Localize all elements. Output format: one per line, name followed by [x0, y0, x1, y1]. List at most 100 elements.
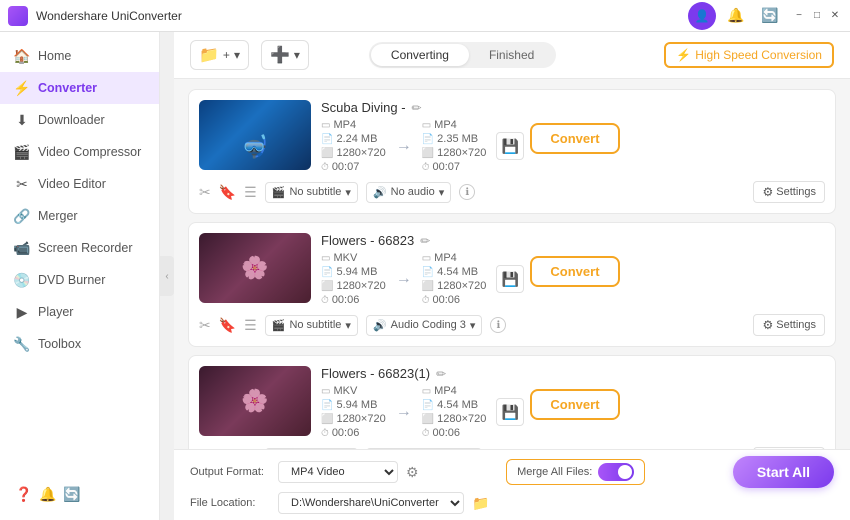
audio-select-1[interactable]: 🔊 No audio ▾	[366, 182, 451, 203]
scissors-icon-2[interactable]: ✂	[199, 317, 211, 334]
output-format-select[interactable]: MP4 Video	[278, 461, 398, 483]
add-item-button[interactable]: ➕ ▾	[261, 40, 309, 70]
subtitle-select-1[interactable]: 🎬 No subtitle ▾	[265, 182, 358, 203]
high-speed-button[interactable]: ⚡ High Speed Conversion	[664, 42, 834, 68]
bookmark-icon-2[interactable]: 🔖	[219, 317, 236, 334]
output-format-type-1: ▭ MP4	[422, 119, 487, 131]
output-format-block-3: ▭ MP4 📄 4.54 MB ⬜ 1280×720	[422, 385, 487, 439]
convert-button-2[interactable]: Convert	[530, 256, 619, 287]
close-button[interactable]: ✕	[828, 9, 842, 23]
output-format-block-2: ▭ MP4 📄 4.54 MB ⬜ 1280×720	[422, 252, 487, 306]
edit-icon-1[interactable]: ✏	[412, 101, 422, 115]
sidebar-collapse-tab[interactable]: ‹	[160, 256, 174, 296]
thumbnail-3: 🌸	[199, 366, 311, 436]
output-format-block-1: ▭ MP4 📄 2.35 MB ⬜ 1280×720	[422, 119, 487, 173]
home-icon: 🏠	[14, 48, 30, 64]
disk-button-1[interactable]: 💾	[496, 132, 524, 160]
bookmark-icon-1[interactable]: 🔖	[219, 184, 236, 201]
lightning-icon: ⚡	[676, 48, 691, 62]
maximize-button[interactable]: □	[810, 9, 824, 23]
title-icons: 👤 🔔 🔄	[688, 2, 784, 30]
card-top-1: 🤿 Scuba Diving - ✏ ▭ MP4	[199, 100, 825, 173]
disk-button-3[interactable]: 💾	[496, 398, 524, 426]
convert-button-1[interactable]: Convert	[530, 123, 619, 154]
sidebar-item-screen-recorder[interactable]: 📹 Screen Recorder	[0, 232, 159, 264]
top-toolbar: 📁 + ▾ ➕ ▾ Converting Finished ⚡ High Spe…	[174, 32, 850, 79]
card-title-row-3: Flowers - 66823(1) ✏	[321, 366, 825, 381]
output-format-gear-icon[interactable]: ⚙	[406, 464, 419, 481]
card-top-3: 🌸 Flowers - 66823(1) ✏ ▭ MKV	[199, 366, 825, 439]
video-editor-icon: ✂	[14, 176, 30, 192]
scissors-icon-1[interactable]: ✂	[199, 184, 211, 201]
refresh-icon[interactable]: 🔄	[756, 2, 784, 30]
file-location-select[interactable]: D:\Wondershare\UniConverter	[278, 492, 464, 514]
sidebar-item-converter[interactable]: ⚡ Converter	[0, 72, 159, 104]
input-format-block-2: ▭ MKV 📄 5.94 MB ⬜ 1280×720	[321, 252, 386, 306]
arrow-icon-3: →	[396, 403, 412, 421]
sidebar-item-dvd-burner[interactable]: 💿 DVD Burner	[0, 264, 159, 296]
arrow-icon-2: →	[396, 270, 412, 288]
avatar-icon[interactable]: 👤	[688, 2, 716, 30]
toggle-knob	[618, 465, 632, 479]
folder-icon[interactable]: 📁	[472, 495, 489, 512]
sidebar-item-video-compressor[interactable]: 🎬 Video Compressor	[0, 136, 159, 168]
card-bottom-2: ✂ 🔖 ☰ 🎬 No subtitle ▾ 🔊 Audio Coding 3 ▾…	[199, 314, 825, 336]
edit-icon-2[interactable]: ✏	[420, 234, 430, 248]
arrow-icon-1: →	[396, 137, 412, 155]
add-file-button[interactable]: 📁 + ▾	[190, 40, 249, 70]
sync-icon[interactable]: 🔄	[62, 484, 82, 504]
minimize-button[interactable]: −	[792, 9, 806, 23]
subtitle-value-2: No subtitle	[289, 319, 341, 331]
card-title-row-2: Flowers - 66823 ✏	[321, 233, 825, 248]
settings-button-1[interactable]: ⚙ Settings	[753, 181, 825, 203]
file-card-3: 🌸 Flowers - 66823(1) ✏ ▭ MKV	[188, 355, 836, 449]
downloader-icon: ⬇	[14, 112, 30, 128]
file-title-2: Flowers - 66823	[321, 233, 414, 248]
input-format-block-3: ▭ MKV 📄 5.94 MB ⬜ 1280×720	[321, 385, 386, 439]
start-all-button[interactable]: Start All	[733, 456, 834, 488]
info-icon-2[interactable]: ℹ	[490, 317, 506, 333]
settings-button-2[interactable]: ⚙ Settings	[753, 314, 825, 336]
list-icon-1[interactable]: ☰	[244, 184, 257, 201]
sidebar-label-player: Player	[38, 305, 73, 319]
screen-recorder-icon: 📹	[14, 240, 30, 256]
thumbnail-1: 🤿	[199, 100, 311, 170]
list-icon-2[interactable]: ☰	[244, 317, 257, 334]
merge-toggle[interactable]	[598, 463, 634, 481]
tab-finished[interactable]: Finished	[469, 44, 554, 66]
tab-converting[interactable]: Converting	[371, 44, 469, 66]
add-icon: ➕	[270, 45, 290, 65]
sidebar-item-video-editor[interactable]: ✂ Video Editor	[0, 168, 159, 200]
dvd-burner-icon: 💿	[14, 272, 30, 288]
app-logo	[8, 6, 28, 26]
converter-icon: ⚡	[14, 80, 30, 96]
subtitle-value-1: No subtitle	[289, 186, 341, 198]
speed-btn-label: High Speed Conversion	[695, 48, 822, 62]
sidebar-label-video-compressor: Video Compressor	[38, 145, 141, 159]
bell-icon[interactable]: 🔔	[722, 2, 750, 30]
merger-icon: 🔗	[14, 208, 30, 224]
input-duration-1: ⏱ 00:07	[321, 161, 386, 173]
convert-button-3[interactable]: Convert	[530, 389, 619, 420]
edit-icon-3[interactable]: ✏	[436, 367, 446, 381]
input-size-1: 📄 2.24 MB	[321, 133, 386, 145]
card-meta-3: Flowers - 66823(1) ✏ ▭ MKV 📄	[321, 366, 825, 439]
sidebar-item-home[interactable]: 🏠 Home	[0, 40, 159, 72]
info-icon-1[interactable]: ℹ	[459, 184, 475, 200]
sidebar-item-downloader[interactable]: ⬇ Downloader	[0, 104, 159, 136]
sidebar-label-dvd-burner: DVD Burner	[38, 273, 105, 287]
card-bottom-1: ✂ 🔖 ☰ 🎬 No subtitle ▾ 🔊 No audio ▾ ℹ	[199, 181, 825, 203]
sidebar-item-merger[interactable]: 🔗 Merger	[0, 200, 159, 232]
audio-select-2[interactable]: 🔊 Audio Coding 3 ▾	[366, 315, 482, 336]
sidebar-item-toolbox[interactable]: 🔧 Toolbox	[0, 328, 159, 360]
video-compressor-icon: 🎬	[14, 144, 30, 160]
input-resolution-1: ⬜ 1280×720	[321, 147, 386, 159]
audio-value-1: No audio	[391, 186, 435, 198]
disk-button-2[interactable]: 💾	[496, 265, 524, 293]
help-icon[interactable]: ❓	[14, 484, 34, 504]
sidebar-item-player[interactable]: ▶ Player	[0, 296, 159, 328]
subtitle-select-2[interactable]: 🎬 No subtitle ▾	[265, 315, 358, 336]
file-card-2: 🌸 Flowers - 66823 ✏ ▭ MKV	[188, 222, 836, 347]
notification-icon[interactable]: 🔔	[38, 484, 58, 504]
merge-label: Merge All Files:	[517, 466, 592, 478]
